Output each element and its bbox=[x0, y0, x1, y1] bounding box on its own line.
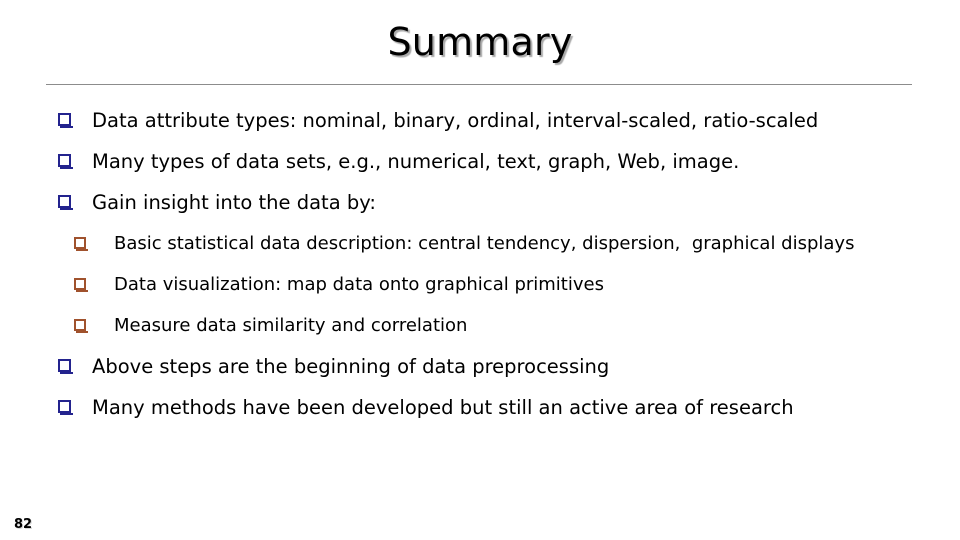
list-item: Many types of data sets, e.g., numerical… bbox=[0, 141, 960, 182]
slide-canvas: Summary Data attribute types: nominal, b… bbox=[0, 0, 960, 540]
sub-list-item-label: Data visualization: map data onto graphi… bbox=[114, 274, 604, 295]
sub-list-item: Measure data similarity and correlation bbox=[0, 305, 960, 346]
square-bullet-icon bbox=[74, 305, 114, 346]
sub-list-item-label: Basic statistical data description: cent… bbox=[114, 233, 855, 254]
list-item-label: Above steps are the beginning of data pr… bbox=[92, 355, 610, 378]
list-item: Gain insight into the data by: bbox=[0, 182, 960, 223]
square-bullet-icon bbox=[74, 223, 114, 264]
square-bullet-icon bbox=[58, 346, 92, 387]
list-item: Data attribute types: nominal, binary, o… bbox=[0, 100, 960, 141]
list-item: Many methods have been developed but sti… bbox=[0, 387, 960, 428]
square-bullet-icon bbox=[74, 264, 114, 305]
sub-list-item: Basic statistical data description: cent… bbox=[0, 223, 960, 264]
page-number: 82 bbox=[14, 517, 33, 532]
sub-list-item-label: Measure data similarity and correlation bbox=[114, 315, 468, 336]
list-item-label: Many methods have been developed but sti… bbox=[92, 396, 794, 419]
list-item-label: Gain insight into the data by: bbox=[92, 191, 376, 214]
list-item-label: Many types of data sets, e.g., numerical… bbox=[92, 150, 740, 173]
sub-list-item: Data visualization: map data onto graphi… bbox=[0, 264, 960, 305]
square-bullet-icon bbox=[58, 141, 92, 182]
title-area: Summary bbox=[0, 20, 960, 64]
square-bullet-icon bbox=[58, 182, 92, 223]
list-item: Above steps are the beginning of data pr… bbox=[0, 346, 960, 387]
square-bullet-icon bbox=[58, 387, 92, 428]
page-title: Summary bbox=[387, 20, 573, 64]
title-divider bbox=[46, 84, 912, 85]
list-item-label: Data attribute types: nominal, binary, o… bbox=[92, 109, 819, 132]
square-bullet-icon bbox=[58, 100, 92, 141]
bullet-list: Data attribute types: nominal, binary, o… bbox=[0, 100, 960, 428]
